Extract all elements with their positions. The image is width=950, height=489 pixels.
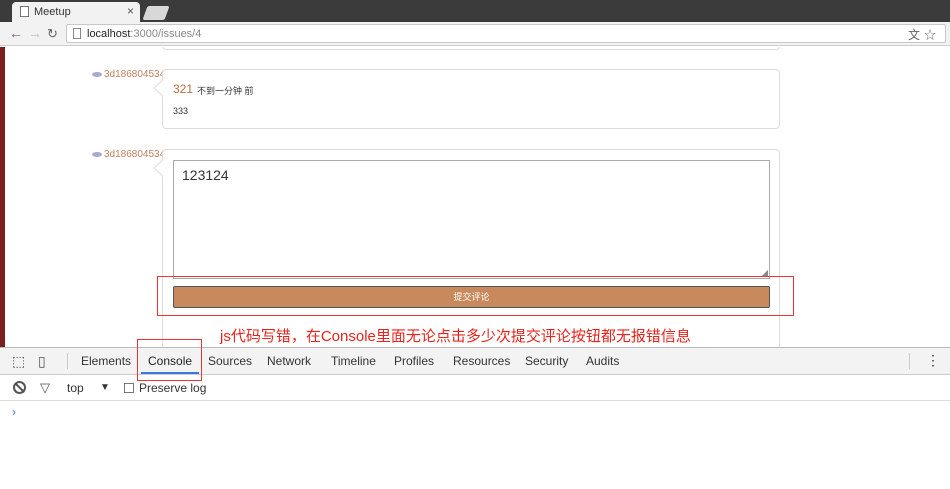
url-path: :3000/issues/4: [130, 28, 202, 40]
address-bar[interactable]: localhost:3000/issues/4 文☆: [66, 24, 946, 43]
console-toolbar: ▽ top ▼ Preserve log: [0, 375, 950, 401]
device-toolbar-icon[interactable]: ▯: [38, 353, 46, 370]
divider: [909, 353, 910, 369]
tab-security[interactable]: Security: [525, 354, 568, 368]
divider: [67, 353, 68, 369]
preserve-log-checkbox[interactable]: [124, 383, 134, 393]
console-prompt-icon[interactable]: ›: [12, 405, 16, 419]
window-edge: [0, 47, 5, 347]
chevron-down-icon[interactable]: ▼: [100, 382, 110, 393]
page-favicon-icon: [20, 6, 29, 17]
reload-icon[interactable]: ↻: [47, 26, 58, 42]
browser-titlebar: Meetup ×: [0, 0, 950, 22]
forward-arrow-icon[interactable]: →: [28, 25, 42, 41]
clear-console-icon[interactable]: [13, 381, 26, 394]
previous-comment-box: [162, 47, 780, 50]
tab-resources[interactable]: Resources: [453, 354, 510, 368]
tab-network[interactable]: Network: [267, 354, 311, 368]
comment-card: 321 不到一分钟 前 333: [153, 69, 780, 129]
broken-image-icon: [92, 71, 102, 77]
comment-arrow: [153, 79, 171, 97]
browser-toolbar: ← → ↻ localhost:3000/issues/4 文☆: [0, 22, 950, 46]
annotation-text: js代码写错，在Console里面无论点击多少次提交评论按钮都无报错信息: [220, 328, 691, 345]
devtools-tabbar: ⬚ ▯ Elements Console Sources Network Tim…: [0, 339, 950, 381]
tab-timeline[interactable]: Timeline: [331, 354, 376, 368]
new-comment-card: 123124 ◢ 提交评论: [153, 149, 780, 347]
tab-elements[interactable]: Elements: [81, 354, 131, 368]
comment-arrow: [153, 159, 171, 177]
comment-author[interactable]: 321: [173, 82, 193, 96]
inspect-element-icon[interactable]: ⬚: [12, 353, 25, 370]
url-text[interactable]: localhost:3000/issues/4: [87, 28, 201, 40]
tab-close-icon[interactable]: ×: [127, 4, 134, 18]
textarea-value: 123124: [182, 167, 229, 183]
comment-body: 333: [173, 106, 189, 116]
url-host: localhost: [87, 28, 131, 40]
page-info-icon[interactable]: [73, 28, 81, 39]
tab-audits[interactable]: Audits: [586, 354, 619, 368]
annotation-highlight-button: [157, 276, 794, 316]
comment-textarea[interactable]: 123124 ◢: [173, 160, 770, 279]
broken-image-icon: [92, 151, 102, 157]
new-tab-button[interactable]: [142, 6, 170, 20]
preserve-log-label: Preserve log: [139, 381, 207, 395]
more-options-icon[interactable]: ⋮: [926, 352, 940, 369]
filter-icon[interactable]: ▽: [40, 380, 50, 396]
back-arrow-icon[interactable]: ←: [9, 25, 23, 41]
tab-profiles[interactable]: Profiles: [394, 354, 434, 368]
comment-time: 不到一分钟 前: [197, 86, 254, 96]
context-selector[interactable]: top: [67, 381, 84, 395]
translate-bookmark-icons[interactable]: 文☆: [908, 26, 940, 43]
tab-sources[interactable]: Sources: [208, 354, 252, 368]
devtools-panel: ⬚ ▯ Elements Console Sources Network Tim…: [0, 339, 950, 489]
browser-tab[interactable]: Meetup ×: [12, 2, 140, 22]
tab-title: Meetup: [34, 6, 71, 18]
page-content: 3d186804534370c3c817db0563f0e 321 不到一分钟 …: [0, 47, 950, 347]
